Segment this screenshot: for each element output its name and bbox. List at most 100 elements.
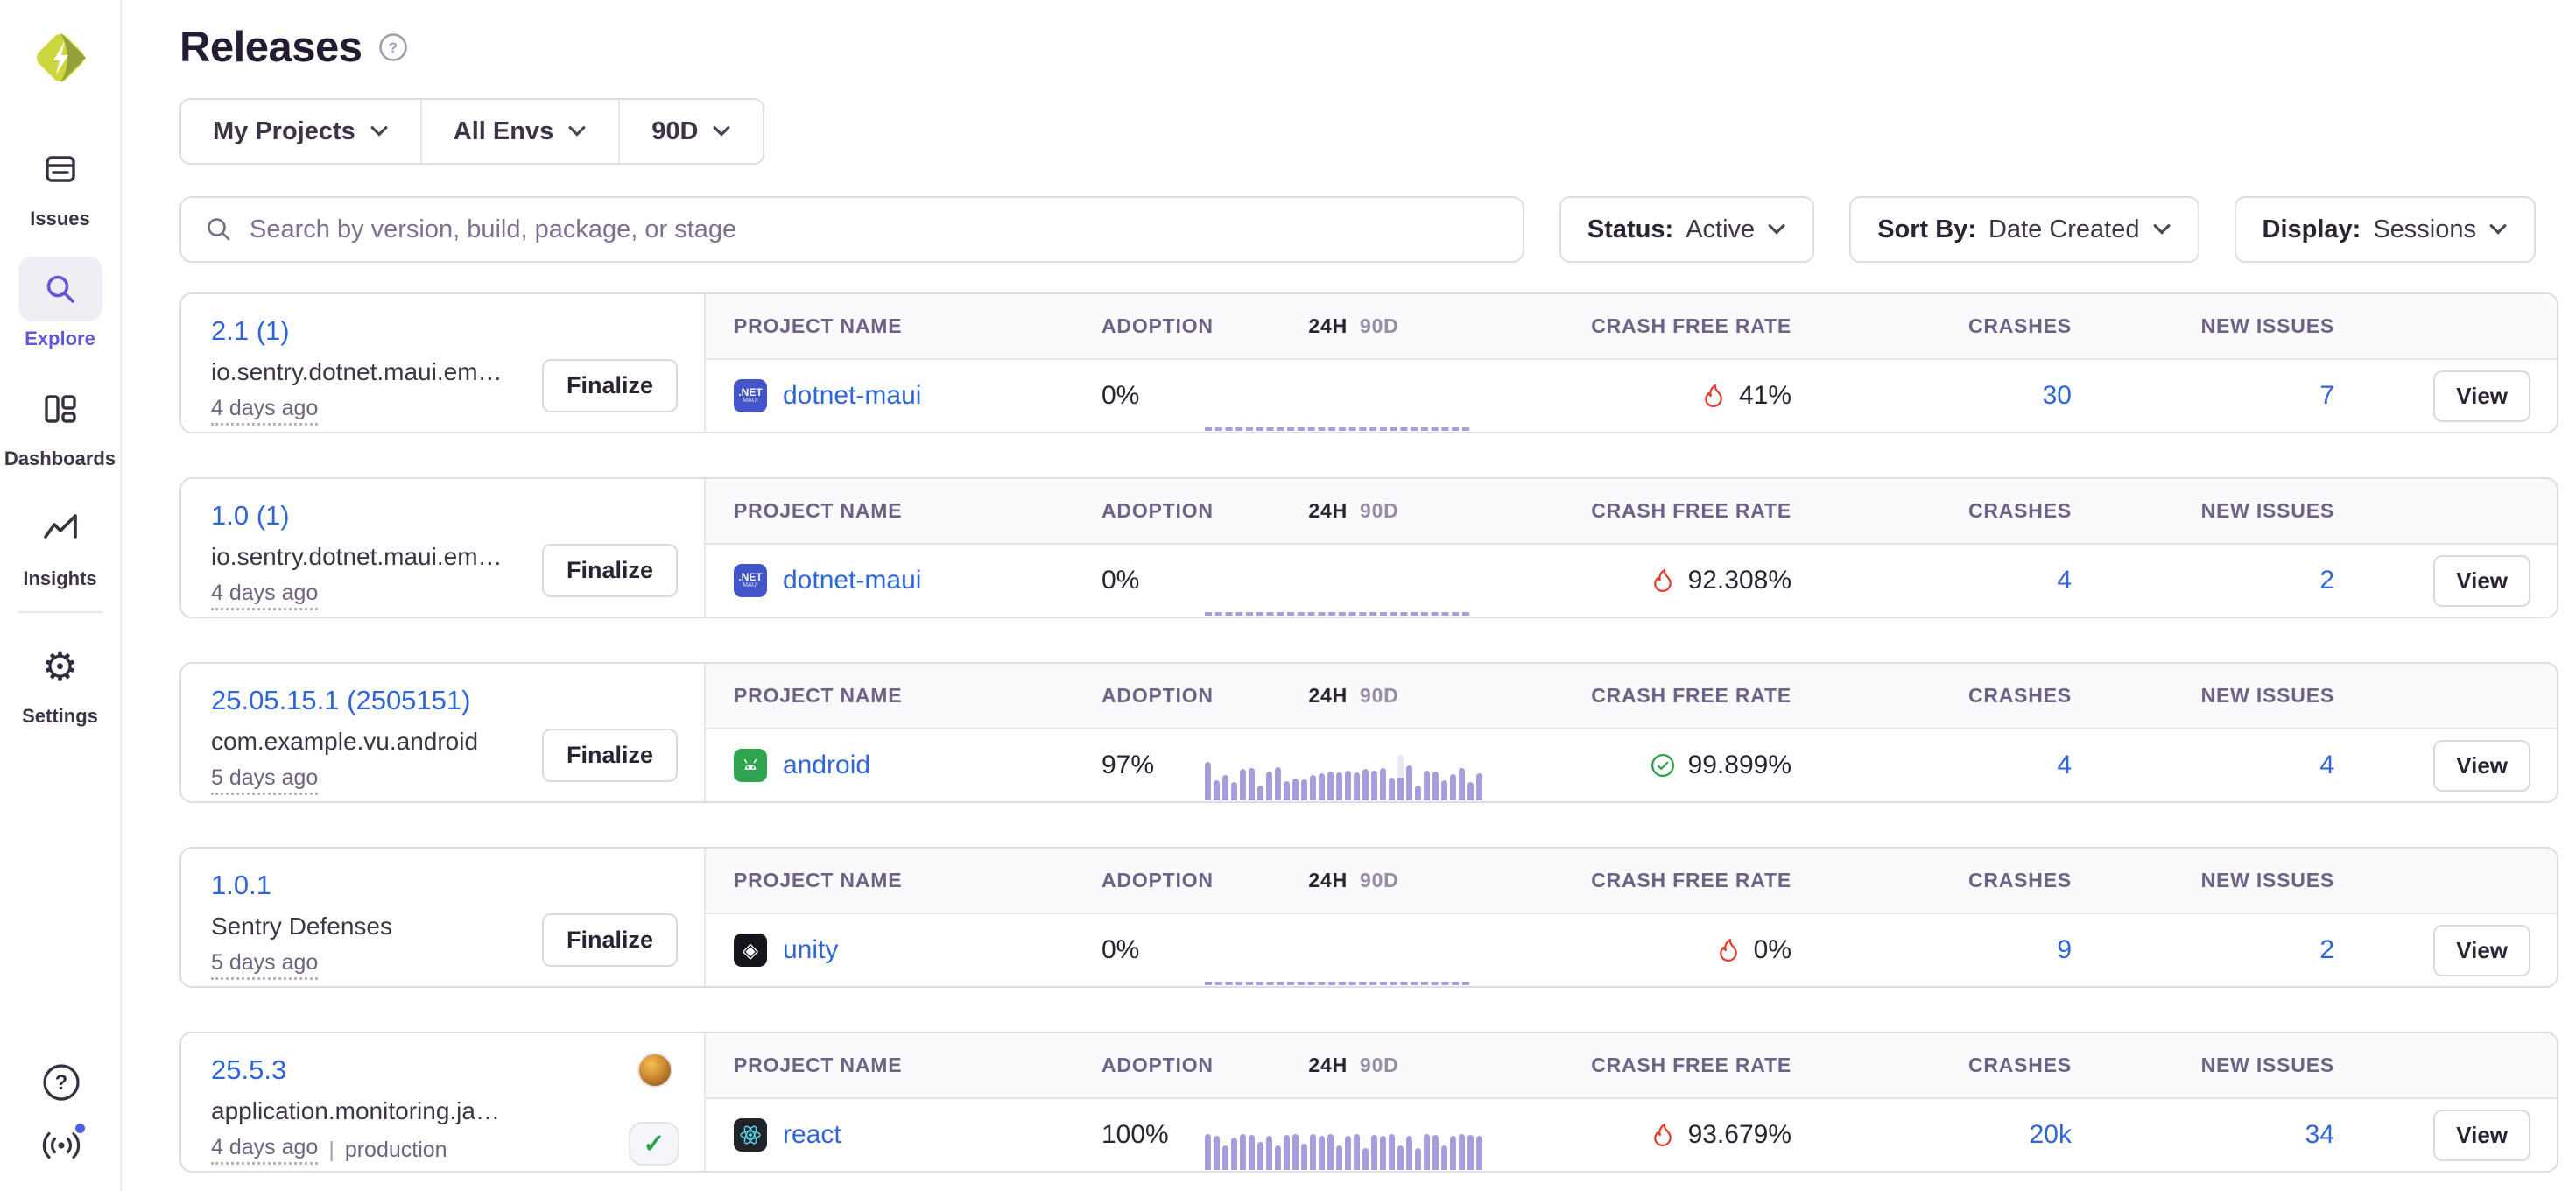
crashes-link[interactable]: 30 (2043, 381, 2072, 410)
finalize-button[interactable]: Finalize (542, 544, 678, 597)
release-age[interactable]: 4 days ago (211, 1135, 318, 1165)
new-issues-link[interactable]: 4 (2319, 751, 2334, 779)
release-table: PROJECT NAME ADOPTION 24H90D CRASH FREE … (706, 849, 2557, 986)
crash-free-value: 93.679% (1688, 1120, 1791, 1150)
search-icon (204, 215, 234, 244)
project-link[interactable]: unity (783, 935, 838, 965)
page-help-icon[interactable]: ? (378, 32, 408, 62)
release-version-link[interactable]: 2.1 (1) (211, 315, 290, 347)
range-24h-toggle[interactable]: 24H (1308, 314, 1348, 337)
project-link[interactable]: android (783, 751, 870, 780)
col-crash-free-rate: CRASH FREE RATE (1591, 314, 1791, 338)
view-button[interactable]: View (2433, 1110, 2530, 1161)
col-crashes: CRASHES (1968, 314, 2072, 338)
view-button[interactable]: View (2433, 925, 2530, 976)
release-version-link[interactable]: 25.05.15.1 (2505151) (211, 685, 470, 716)
dashed-line (1205, 612, 1469, 616)
release-card: 25.05.15.1 (2505151) com.example.vu.andr… (179, 662, 2558, 803)
svg-text:?: ? (54, 1071, 67, 1095)
issues-icon (18, 137, 102, 201)
new-issues-link[interactable]: 2 (2319, 935, 2334, 964)
release-version-link[interactable]: 1.0.1 (211, 870, 271, 901)
col-adoption: ADOPTION (1073, 314, 1205, 338)
sidebar: Issues Explore Dashboards (0, 0, 122, 1191)
col-project-name: PROJECT NAME (706, 1054, 1073, 1077)
finalize-button[interactable]: Finalize (542, 913, 678, 967)
col-chart-range: 24H 90D (1308, 1054, 1398, 1077)
adoption-chart-empty (1205, 936, 1503, 985)
view-button[interactable]: View (2433, 740, 2530, 792)
adoption-chart-empty (1205, 567, 1503, 616)
broadcast-icon[interactable] (40, 1124, 82, 1166)
table-row: .NETMAUI dotnet-maui 0% 41% 30 7 View (706, 360, 2557, 432)
table-row: ◈ unity 0% 0% 9 2 View (706, 914, 2557, 986)
sidebar-item-explore[interactable]: Explore (0, 257, 121, 350)
project-link[interactable]: react (783, 1120, 841, 1150)
commit-check-button[interactable]: ✓ (629, 1122, 679, 1166)
date-range-filter[interactable]: 90D (618, 100, 763, 163)
page-title: Releases (179, 23, 362, 72)
sidebar-item-dashboards[interactable]: Dashboards (0, 377, 121, 470)
display-dropdown[interactable]: Display: Sessions (2235, 196, 2537, 263)
org-logo-icon[interactable] (32, 30, 88, 86)
release-card: 1.0.1 Sentry Defenses 5 days ago Finaliz… (179, 847, 2558, 988)
table-header: PROJECT NAME ADOPTION 24H90D CRASH FREE … (706, 479, 2557, 545)
crashes-link[interactable]: 9 (2057, 935, 2072, 964)
new-issues-link[interactable]: 7 (2319, 381, 2334, 410)
range-24h-toggle[interactable]: 24H (1308, 1054, 1348, 1076)
range-24h-toggle[interactable]: 24H (1308, 684, 1348, 707)
view-button[interactable]: View (2433, 555, 2530, 607)
react-platform-icon (734, 1118, 767, 1152)
sidebar-item-label: Settings (22, 705, 98, 728)
sidebar-item-issues[interactable]: Issues (0, 137, 121, 230)
release-age[interactable]: 5 days ago (211, 765, 318, 795)
release-age[interactable]: 5 days ago (211, 950, 318, 980)
table-row: .NETMAUI dotnet-maui 0% 92.308% 4 2 View (706, 545, 2557, 617)
search-input[interactable] (250, 215, 1500, 244)
help-icon[interactable]: ? (40, 1061, 82, 1103)
crashes-link[interactable]: 4 (2057, 566, 2072, 595)
status-dropdown-value: Active (1686, 215, 1755, 244)
release-age[interactable]: 4 days ago (211, 396, 318, 426)
avatar[interactable] (637, 1053, 672, 1088)
range-24h-toggle[interactable]: 24H (1308, 499, 1348, 522)
table-header: PROJECT NAME ADOPTION 24H90D CRASH FREE … (706, 1033, 2557, 1099)
range-24h-toggle[interactable]: 24H (1308, 869, 1348, 891)
finalize-button[interactable]: Finalize (542, 359, 678, 412)
sidebar-divider (18, 611, 102, 613)
range-90d-toggle[interactable]: 90D (1360, 499, 1399, 522)
sort-by-dropdown[interactable]: Sort By: Date Created (1849, 196, 2199, 263)
chevron-down-icon (1767, 223, 1786, 236)
dotnet-maui-platform-icon: .NETMAUI (734, 379, 767, 412)
project-filter[interactable]: My Projects (181, 100, 420, 163)
release-age[interactable]: 4 days ago (211, 581, 318, 610)
release-version-link[interactable]: 1.0 (1) (211, 500, 290, 532)
release-package: io.sentry.dotnet.maui.em… (211, 358, 588, 386)
sidebar-item-settings[interactable]: ⚙ Settings (0, 634, 121, 728)
sidebar-item-label: Dashboards (4, 448, 116, 470)
range-90d-toggle[interactable]: 90D (1360, 1054, 1399, 1076)
chevron-down-icon (2488, 223, 2508, 236)
dashboards-icon (18, 377, 102, 441)
range-90d-toggle[interactable]: 90D (1360, 314, 1399, 337)
project-link[interactable]: dotnet-maui (783, 381, 921, 411)
release-version-link[interactable]: 25.5.3 (211, 1054, 286, 1086)
chevron-down-icon (567, 125, 587, 137)
new-issues-link[interactable]: 2 (2319, 566, 2334, 595)
col-crashes: CRASHES (1968, 499, 2072, 523)
environment-filter[interactable]: All Envs (420, 100, 618, 163)
new-issues-link[interactable]: 34 (2305, 1120, 2334, 1149)
crashes-link[interactable]: 4 (2057, 751, 2072, 779)
finalize-button[interactable]: Finalize (542, 729, 678, 782)
view-button[interactable]: View (2433, 370, 2530, 422)
sort-by-dropdown-label: Sort By: (1877, 215, 1976, 244)
status-dropdown[interactable]: Status: Active (1559, 196, 1814, 263)
range-90d-toggle[interactable]: 90D (1360, 684, 1399, 707)
col-crash-free-rate: CRASH FREE RATE (1591, 1054, 1791, 1077)
sidebar-item-insights[interactable]: Insights (0, 497, 121, 590)
crashes-link[interactable]: 20k (2030, 1120, 2072, 1149)
project-link[interactable]: dotnet-maui (783, 566, 921, 596)
status-dropdown-label: Status: (1587, 215, 1673, 244)
range-90d-toggle[interactable]: 90D (1360, 869, 1399, 891)
col-chart-range: 24H 90D (1308, 684, 1398, 708)
